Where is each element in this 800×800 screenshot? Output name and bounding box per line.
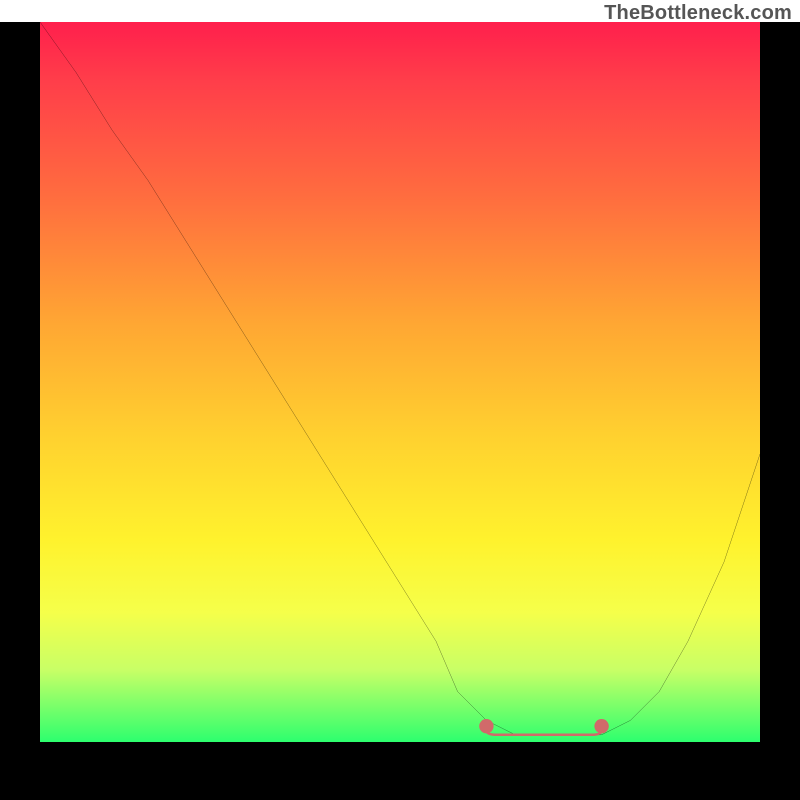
- plot-area: [40, 22, 760, 742]
- optimal-range-end-dot: [594, 719, 608, 733]
- chart-frame: [0, 22, 800, 800]
- chart-svg: [40, 22, 760, 742]
- optimal-range-line: [486, 730, 601, 734]
- optimal-range-marker: [479, 719, 609, 735]
- watermark-text: TheBottleneck.com: [604, 2, 792, 25]
- optimal-range-start-dot: [479, 719, 493, 733]
- bottleneck-curve: [40, 22, 760, 735]
